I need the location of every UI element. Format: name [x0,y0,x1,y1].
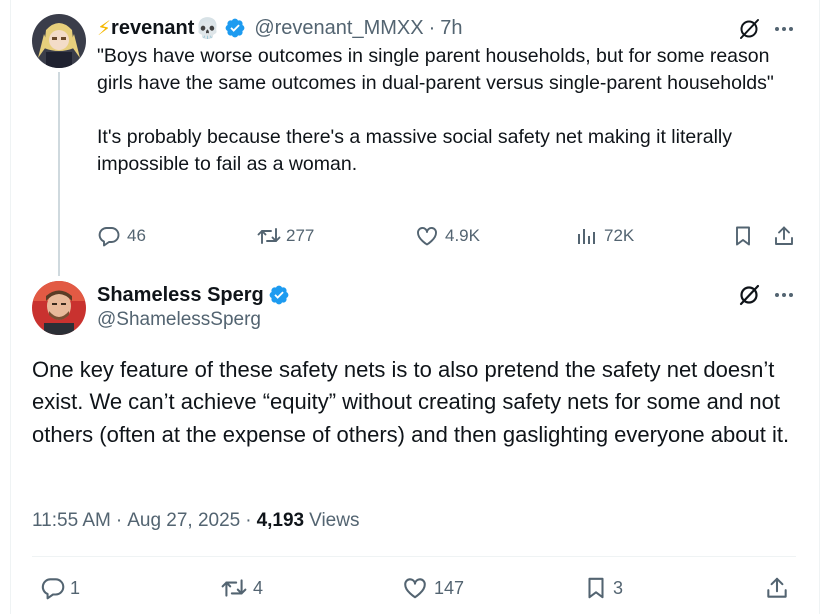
bookmark-icon [731,224,755,248]
repost-count: 4 [253,577,264,598]
grok-icon[interactable] [737,283,761,307]
divider [32,556,796,557]
views-icon [574,224,598,248]
main-tweet-header: Shameless Sperg [97,281,290,309]
verified-badge-icon[interactable] [268,284,290,306]
like-count: 4.9K [445,226,480,245]
handle[interactable]: @ShamelessSperg [97,309,261,331]
bookmark-icon [583,575,609,601]
reply-count: 1 [70,577,81,598]
like-count: 147 [434,577,465,598]
skull-emoji: 💀 [195,17,221,40]
reply-button[interactable]: 1 [40,574,80,602]
like-icon [415,224,439,248]
verified-badge-icon[interactable] [224,17,246,39]
avatar[interactable] [32,281,86,335]
repost-button[interactable]: 4 [219,574,263,602]
timestamp[interactable]: 7h [440,17,462,40]
views-count: 72K [604,226,635,245]
bookmark-button[interactable] [731,223,755,249]
views-button[interactable]: 72K [574,223,634,249]
quoted-statement: "Boys have worse outcomes in single pare… [97,45,774,94]
more-icon[interactable] [772,283,796,307]
repost-icon [219,575,249,601]
bookmark-count: 3 [613,577,624,598]
handle[interactable]: @revenant_MMXX [254,17,423,40]
bookmark-button[interactable]: 3 [583,574,623,602]
repost-count: 277 [286,226,315,245]
separator: · [115,510,123,531]
avatar[interactable] [32,14,86,68]
tweet-text: One key feature of these safety nets is … [32,357,790,447]
display-name[interactable]: revenant [111,17,194,40]
parent-tweet-header: ⚡ revenant 💀 @revenant_MMXX · 7h [97,14,463,42]
lightning-emoji: ⚡ [97,17,112,40]
grok-icon[interactable] [737,17,761,41]
share-icon [764,575,790,601]
views-count: 4,193 [256,510,305,531]
views-label: Views [309,510,360,531]
reply-icon [40,575,66,601]
like-icon [402,575,428,601]
repost-button[interactable]: 277 [256,223,314,249]
repost-icon [256,224,282,248]
reply-button[interactable]: 46 [97,223,146,249]
parent-tweet-text: "Boys have worse outcomes in single pare… [97,43,797,178]
timestamp-date[interactable]: Aug 27, 2025 [127,510,240,532]
separator: · [245,510,252,531]
share-button[interactable] [764,574,790,602]
timestamp-time[interactable]: 11:55 AM [32,510,111,532]
share-icon [772,224,796,248]
tweet-text: It's probably because there's a massive … [97,126,732,175]
like-button[interactable]: 4.9K [415,223,480,249]
thread-line [58,72,60,276]
share-button[interactable] [772,223,796,249]
tweet-meta: 11:55 AM · Aug 27, 2025 · 4,193 Views [32,508,359,534]
more-icon[interactable] [772,17,796,41]
reply-count: 46 [127,226,146,245]
reply-icon [97,224,121,248]
separator: · [428,16,436,39]
display-name[interactable]: Shameless Sperg [97,284,264,307]
like-button[interactable]: 147 [402,574,464,602]
